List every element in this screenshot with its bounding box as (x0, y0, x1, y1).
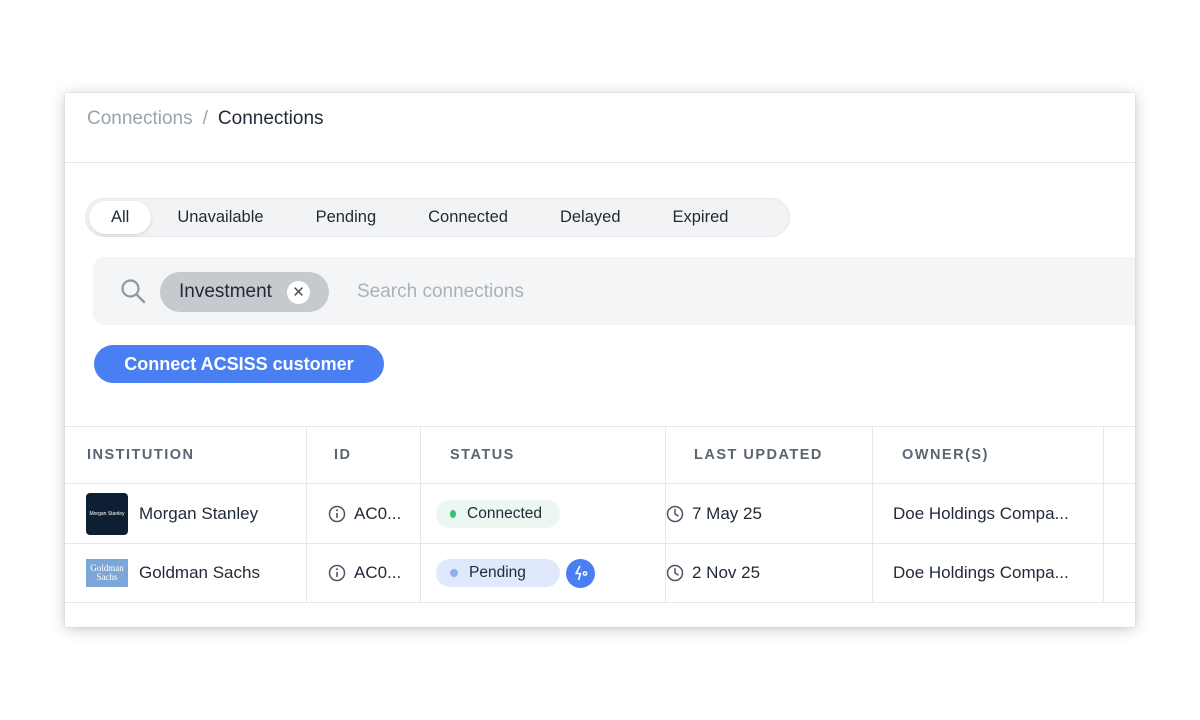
column-divider (872, 484, 873, 543)
column-header-institution[interactable]: INSTITUTION (87, 427, 195, 483)
connect-customer-button[interactable]: Connect ACSISS customer (94, 345, 384, 383)
tab-delayed[interactable]: Delayed (534, 201, 647, 234)
morgan-stanley-logo: Morgan Stanley (86, 492, 128, 535)
search-bar: Investment ✕ (93, 257, 1135, 325)
column-divider (665, 427, 666, 483)
column-divider (306, 484, 307, 543)
tab-expired[interactable]: Expired (647, 201, 755, 234)
breadcrumb-separator: / (202, 108, 208, 129)
column-divider (872, 427, 873, 483)
status-dot-icon (450, 569, 458, 577)
search-icon[interactable] (119, 277, 147, 305)
column-divider (306, 544, 307, 602)
status-cell: Pending (436, 544, 595, 602)
quick-connect-button[interactable] (566, 558, 595, 588)
table-row[interactable]: Goldman Sachs Goldman Sachs AC0... Pendi… (65, 543, 1135, 603)
column-divider (872, 544, 873, 602)
tab-connected[interactable]: Connected (402, 201, 534, 234)
last-updated-cell: 7 May 25 (666, 484, 762, 543)
connection-id: AC0... (354, 503, 402, 523)
status-filter-tabs: All Unavailable Pending Connected Delaye… (85, 198, 790, 237)
id-cell: AC0... (328, 484, 401, 543)
last-updated-date: 7 May 25 (692, 503, 762, 523)
owner-name: Doe Holdings Compa... (893, 503, 1069, 523)
institution-name: Goldman Sachs (139, 563, 260, 582)
tab-unavailable[interactable]: Unavailable (151, 201, 289, 234)
institution-name: Morgan Stanley (139, 503, 259, 523)
institution-cell: Morgan Stanley Morgan Stanley (86, 484, 258, 543)
filter-chip-investment: Investment ✕ (160, 272, 329, 312)
goldman-sachs-logo: Goldman Sachs (86, 559, 128, 587)
column-divider (420, 544, 421, 602)
status-badge: Connected (436, 499, 560, 528)
table-row[interactable]: Morgan Stanley Morgan Stanley AC0... Con… (65, 483, 1135, 543)
column-divider (420, 484, 421, 543)
status-badge: Pending (436, 559, 560, 587)
status-cell: Connected (436, 484, 560, 543)
column-header-id[interactable]: ID (334, 427, 352, 483)
owner-name: Doe Holdings Compa... (893, 563, 1069, 582)
last-updated-date: 2 Nov 25 (692, 563, 761, 582)
column-divider (1103, 427, 1104, 483)
tab-all[interactable]: All (89, 201, 152, 234)
clock-icon (666, 505, 684, 522)
column-header-owners[interactable]: OWNER(S) (902, 427, 989, 483)
header-divider (65, 162, 1135, 163)
owners-cell: Doe Holdings Compa... (893, 484, 1069, 543)
filter-chip-label: Investment (179, 281, 272, 302)
info-icon[interactable] (328, 505, 346, 523)
status-label: Pending (469, 564, 526, 581)
connection-id: AC0... (354, 563, 402, 582)
info-icon[interactable] (328, 564, 346, 582)
column-divider (306, 427, 307, 483)
id-cell: AC0... (328, 544, 401, 602)
close-icon[interactable]: ✕ (287, 281, 310, 304)
institution-cell: Goldman Sachs Goldman Sachs (86, 544, 260, 602)
status-label: Connected (467, 504, 542, 522)
column-header-status[interactable]: STATUS (450, 427, 515, 483)
table-header-row: INSTITUTION ID STATUS LAST UPDATED OWNER… (65, 426, 1135, 483)
owners-cell: Doe Holdings Compa... (893, 544, 1069, 602)
connections-table: INSTITUTION ID STATUS LAST UPDATED OWNER… (65, 426, 1135, 603)
page-title: Connections (217, 108, 324, 129)
last-updated-cell: 2 Nov 25 (666, 544, 760, 602)
connections-panel: Connections / Connections All Unavailabl… (65, 93, 1135, 627)
breadcrumb-parent-link[interactable]: Connections (87, 108, 193, 130)
search-input[interactable] (357, 276, 957, 308)
column-header-last-updated[interactable]: LAST UPDATED (694, 427, 823, 483)
column-divider (420, 427, 421, 483)
lightning-icon (574, 565, 587, 581)
status-dot-icon (450, 509, 457, 518)
tab-pending[interactable]: Pending (290, 201, 403, 234)
column-divider (1103, 484, 1104, 543)
breadcrumb: Connections / Connections (87, 108, 324, 130)
clock-icon (666, 564, 684, 582)
column-divider (1103, 544, 1104, 602)
